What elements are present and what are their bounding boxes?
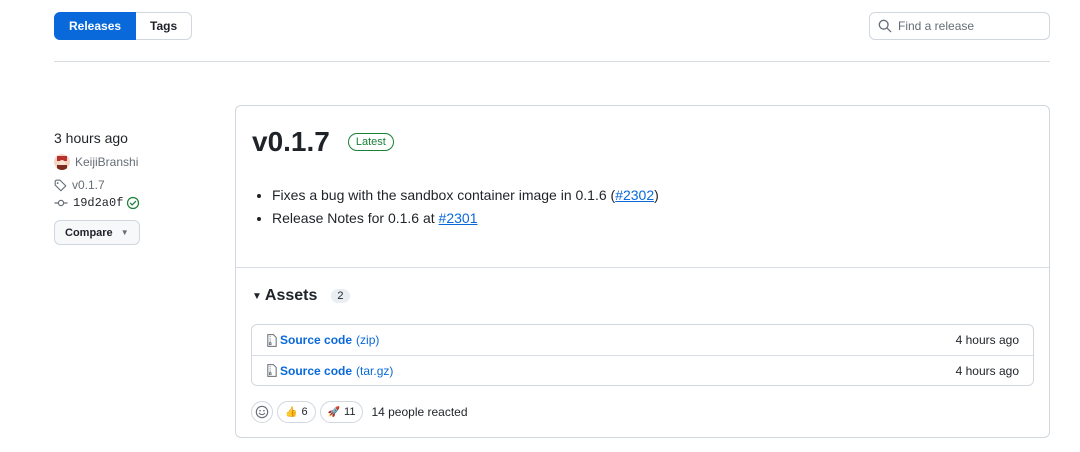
release-card: v0.1.7 Latest Fixes a bug with the sandb… (235, 105, 1050, 438)
tag-icon (54, 179, 67, 191)
latest-badge: Latest (347, 133, 394, 151)
list-item: Fixes a bug with the sandbox container i… (272, 184, 1033, 207)
reaction-thumbs-up[interactable]: 👍 6 (277, 401, 316, 423)
author-name[interactable]: KeijiBranshi (75, 155, 138, 169)
tag-row[interactable]: v0.1.7 (54, 178, 224, 192)
asset-ext[interactable]: (zip) (356, 333, 379, 347)
avatar[interactable] (54, 154, 70, 170)
asset-time: 4 hours ago (955, 333, 1019, 347)
thumbs-up-icon: 👍 (285, 406, 298, 418)
release-time: 3 hours ago (54, 130, 128, 146)
asset-ext[interactable]: (tar.gz) (356, 364, 393, 378)
assets-count: 2 (331, 289, 350, 303)
release-notes: Fixes a bug with the sandbox container i… (236, 158, 1049, 230)
tab-releases[interactable]: Releases (54, 12, 137, 40)
check-circle-icon (127, 196, 140, 210)
list-item: Release Notes for 0.1.6 at #2301 (272, 207, 1033, 230)
asset-name[interactable]: Source code (280, 333, 352, 347)
reactions-summary: 14 people reacted (371, 405, 468, 419)
compare-label: Compare (65, 226, 113, 239)
issue-link[interactable]: #2302 (615, 187, 654, 203)
smiley-icon (255, 405, 269, 419)
list-item[interactable]: Source code (zip) 4 hours ago (252, 325, 1033, 355)
reactions-bar: 👍 6 🚀 11 14 people reacted (251, 401, 468, 423)
reaction-rocket[interactable]: 🚀 11 (319, 401, 364, 423)
add-reaction-button[interactable] (251, 401, 273, 423)
release-title[interactable]: v0.1.7 (252, 126, 330, 158)
search-input[interactable] (898, 19, 1048, 33)
release-header: v0.1.7 Latest (236, 106, 1049, 158)
triangle-down-icon: ▼ (252, 290, 262, 302)
assets-toggle[interactable]: ▼ Assets 2 (252, 287, 350, 305)
file-zip-icon (267, 333, 277, 347)
asset-time: 4 hours ago (955, 363, 1019, 378)
assets-title: Assets (264, 287, 318, 304)
commit-row[interactable]: 19d2a0f (54, 196, 224, 210)
chevron-down-icon: ▼ (120, 228, 129, 237)
commit-sha[interactable]: 19d2a0f (73, 196, 123, 210)
rocket-icon: 🚀 (327, 406, 341, 418)
assets-list: Source code (zip) 4 hours ago Source cod… (251, 324, 1034, 386)
commit-icon (54, 199, 68, 207)
issue-link[interactable]: #2301 (439, 210, 478, 226)
compare-button[interactable]: Compare ▼ (54, 220, 140, 245)
tab-tags[interactable]: Tags (136, 12, 193, 40)
reaction-count: 11 (344, 406, 356, 418)
file-zip-icon (267, 364, 277, 377)
releases-subnav: Releases Tags (54, 12, 193, 40)
list-item[interactable]: Source code (tar.gz) 4 hours ago (252, 355, 1033, 385)
header-divider (54, 61, 1050, 62)
tag-name[interactable]: v0.1.7 (72, 178, 105, 192)
asset-name[interactable]: Source code (280, 364, 352, 378)
author-row[interactable]: KeijiBranshi (54, 154, 224, 170)
assets-divider (236, 267, 1049, 268)
release-search[interactable] (869, 12, 1050, 40)
search-icon (878, 19, 892, 33)
release-meta: 3 hours ago KeijiBranshi v0.1.7 19d2a0f … (54, 130, 224, 245)
reaction-count: 6 (301, 406, 308, 418)
